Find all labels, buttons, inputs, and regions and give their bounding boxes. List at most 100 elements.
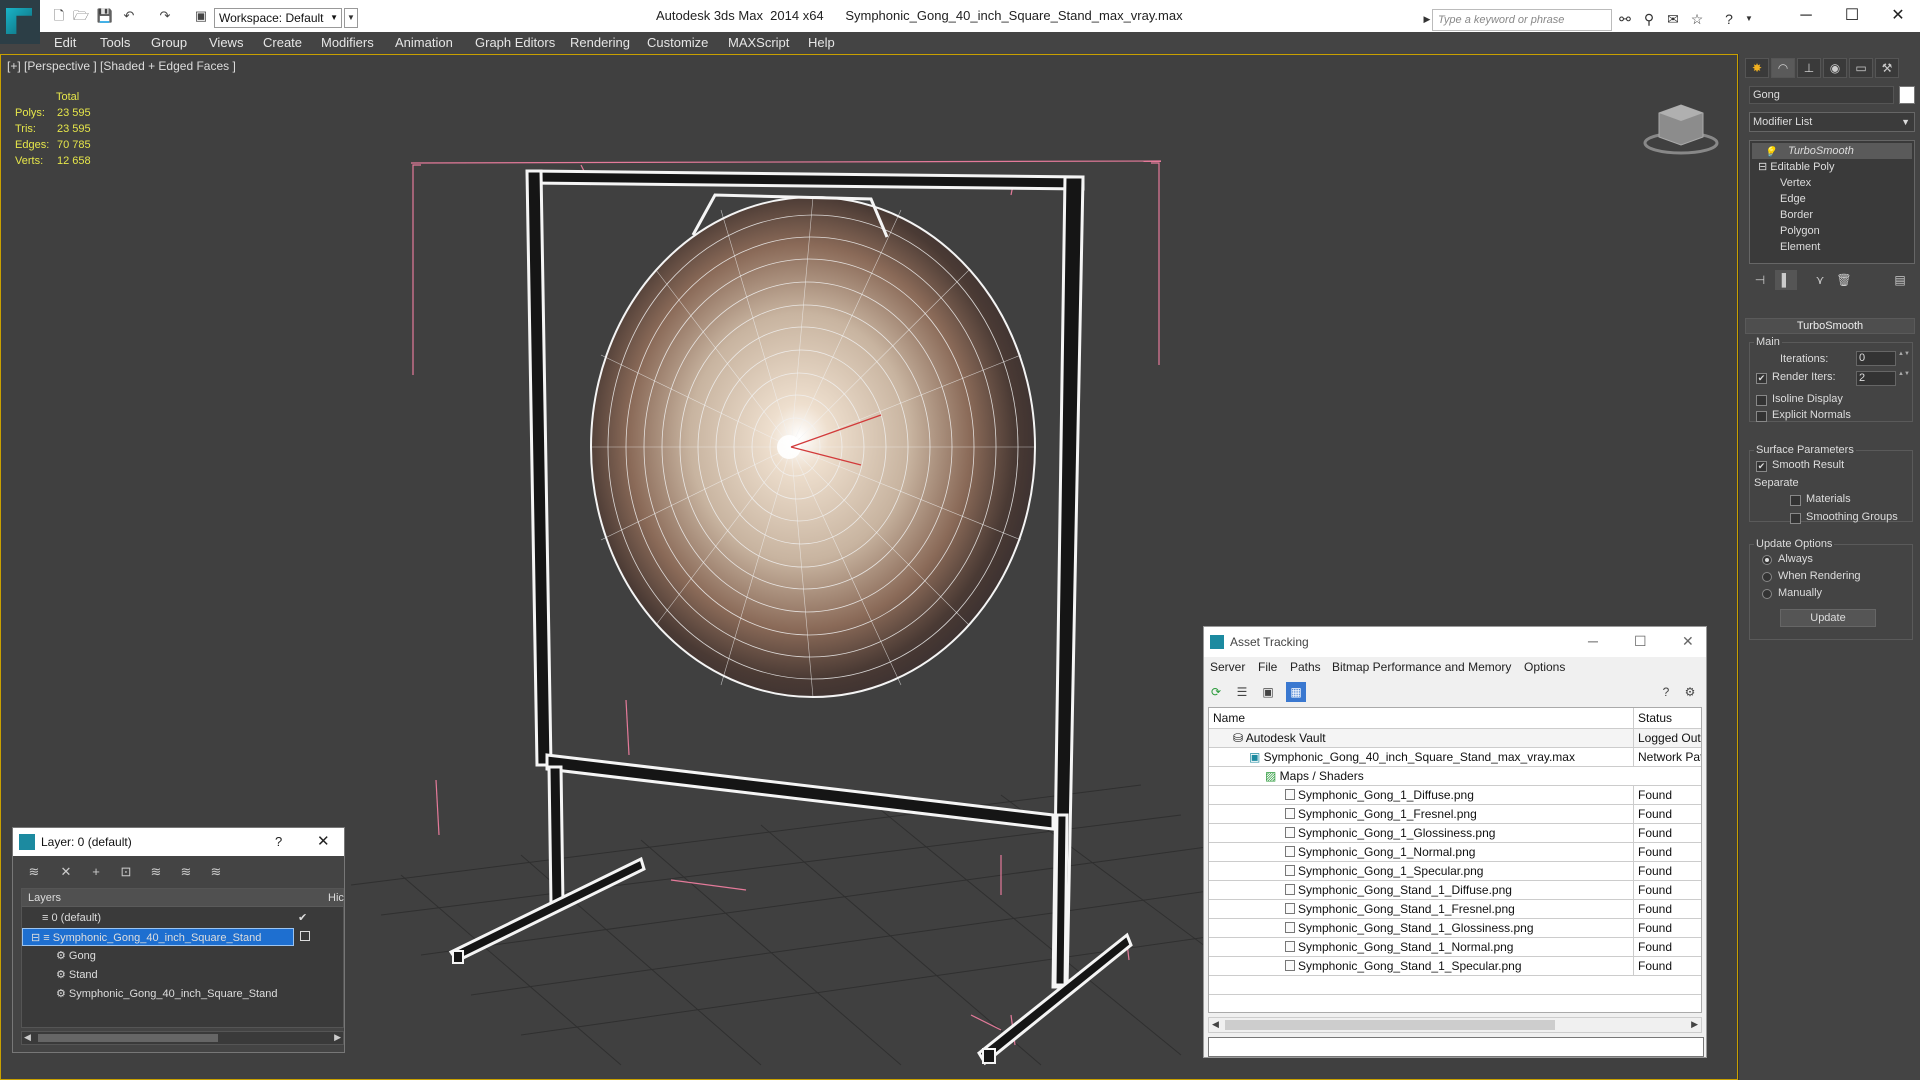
menu-tools[interactable]: Tools	[100, 35, 130, 50]
active-layer-check-icon[interactable]: ✔	[298, 909, 307, 927]
menu-group[interactable]: Group	[151, 35, 187, 50]
motion-tab-icon[interactable]: ◉	[1823, 58, 1847, 78]
table-row[interactable]: Symphonic_Gong_Stand_1_Diffuse.png Found	[1209, 881, 1701, 900]
add-to-layer-icon[interactable]: +	[85, 862, 107, 882]
menu-maxscript[interactable]: MAXScript	[728, 35, 789, 50]
close-button[interactable]: ✕	[1878, 4, 1918, 28]
scroll-left-icon[interactable]: ◀	[24, 1032, 31, 1043]
list-view-icon[interactable]: ☰	[1232, 682, 1252, 702]
table-row[interactable]: Symphonic_Gong_Stand_1_Glossiness.png Fo…	[1209, 919, 1701, 938]
close-icon[interactable]: ✕	[317, 832, 330, 850]
scroll-right-icon[interactable]: ▶	[334, 1032, 341, 1043]
workspace-dropdown[interactable]: Workspace: Default ▼	[214, 8, 342, 28]
object-color-swatch[interactable]	[1899, 86, 1915, 104]
manually-radio[interactable]	[1762, 589, 1772, 599]
turbosmooth-rollout-header[interactable]: TurboSmooth	[1745, 318, 1915, 334]
layer-row[interactable]: ≡ 0 (default) ✔	[22, 909, 343, 927]
scrollbar-thumb[interactable]	[38, 1034, 218, 1042]
menu-views[interactable]: Views	[209, 35, 243, 50]
iterations-spinner[interactable]: 0	[1856, 351, 1896, 366]
menu-rendering[interactable]: Rendering	[570, 35, 630, 50]
remove-modifier-icon[interactable]: 🗑	[1833, 270, 1855, 290]
scrollbar-thumb[interactable]	[1225, 1020, 1555, 1030]
always-radio[interactable]	[1762, 555, 1772, 565]
menu-bitmap-performance[interactable]: Bitmap Performance and Memory	[1332, 660, 1511, 674]
object-row[interactable]: ⚙ Symphonic_Gong_40_inch_Square_Stand	[22, 985, 343, 1003]
refresh-icon[interactable]: ⟳	[1206, 682, 1226, 702]
table-row[interactable]: Symphonic_Gong_1_Normal.png Found	[1209, 843, 1701, 862]
configure-sets-icon[interactable]: ▤	[1889, 270, 1911, 290]
project-folder-icon[interactable]: ▣	[192, 8, 210, 24]
minimize-button[interactable]: ─	[1786, 4, 1826, 28]
horizontal-scrollbar[interactable]: ◀ ▶	[1208, 1017, 1702, 1033]
save-icon[interactable]: 💾	[96, 8, 114, 24]
layer-panel-titlebar[interactable]: Layer: 0 (default)	[13, 828, 344, 856]
materials-checkbox[interactable]	[1790, 495, 1801, 506]
path-field[interactable]	[1208, 1037, 1704, 1057]
table-row[interactable]: Symphonic_Gong_1_Diffuse.png Found	[1209, 786, 1701, 805]
viewport-label[interactable]: [+] [Perspective ] [Shaded + Edged Faces…	[7, 59, 236, 73]
menu-graph-editors[interactable]: Graph Editors	[475, 35, 555, 50]
subobject-edge[interactable]: Edge	[1780, 191, 1806, 207]
help-icon[interactable]: ?	[1656, 682, 1676, 702]
smooth-result-checkbox[interactable]: ✔	[1756, 461, 1767, 472]
hide-all-icon[interactable]: ≋	[175, 862, 197, 882]
name-column-header[interactable]: Name	[1213, 711, 1245, 725]
table-row[interactable]: ▨ Maps / Shaders	[1209, 767, 1701, 786]
subobject-vertex[interactable]: Vertex	[1780, 175, 1811, 191]
render-iters-checkbox[interactable]: ✔	[1756, 373, 1767, 384]
close-button[interactable]: ✕	[1682, 633, 1694, 650]
table-row[interactable]: Symphonic_Gong_1_Specular.png Found	[1209, 862, 1701, 881]
app-logo-icon[interactable]	[0, 0, 40, 44]
table-row[interactable]: ⛁ Autodesk Vault Logged Out ...	[1209, 729, 1701, 748]
table-row[interactable]: Symphonic_Gong_Stand_1_Normal.png Found	[1209, 938, 1701, 957]
pin-stack-icon[interactable]: ⊣	[1749, 270, 1771, 290]
stack-item-turbosmooth[interactable]: 💡 TurboSmooth	[1752, 143, 1912, 159]
menu-server[interactable]: Server	[1210, 660, 1245, 674]
star-icon[interactable]: ☆	[1688, 10, 1706, 28]
horizontal-scrollbar[interactable]: ◀ ▶	[21, 1031, 344, 1045]
modify-tab-icon[interactable]: ◠	[1771, 58, 1795, 78]
modifier-list-dropdown[interactable]: Modifier List ▼	[1749, 112, 1915, 132]
redo-icon[interactable]: ↷	[156, 8, 174, 24]
expand-minus-icon[interactable]: ⊟	[1758, 161, 1770, 173]
create-layer-icon[interactable]: ≋	[23, 862, 45, 882]
communication-icon[interactable]: ✉	[1664, 10, 1682, 28]
highlight-layer-icon[interactable]: ≋	[145, 862, 167, 882]
spinner-arrows-icon[interactable]: ▲▼	[1898, 371, 1910, 386]
create-tab-icon[interactable]: ✸	[1745, 58, 1769, 78]
render-iters-spinner[interactable]: 2	[1856, 371, 1896, 386]
viewcube-icon[interactable]	[1641, 91, 1721, 161]
asset-tracking-titlebar[interactable]: Asset Tracking	[1204, 627, 1706, 657]
display-tab-icon[interactable]: ▭	[1849, 58, 1873, 78]
update-button[interactable]: Update	[1780, 609, 1876, 627]
collapse-icon[interactable]: ⊟	[31, 932, 43, 944]
menu-edit[interactable]: Edit	[54, 35, 76, 50]
menu-help[interactable]: Help	[808, 35, 835, 50]
menu-customize[interactable]: Customize	[647, 35, 708, 50]
select-objects-icon[interactable]: ⊡	[115, 862, 137, 882]
menu-file[interactable]: File	[1258, 660, 1277, 674]
help-dropdown-icon[interactable]: ▼	[1740, 10, 1758, 28]
undo-icon[interactable]: ↶	[120, 8, 138, 24]
maximize-button[interactable]: ☐	[1634, 633, 1647, 650]
scroll-right-icon[interactable]: ▶	[1691, 1019, 1698, 1030]
spinner-arrows-icon[interactable]: ▲▼	[1898, 351, 1910, 366]
search-input[interactable]: Type a keyword or phrase	[1432, 9, 1612, 31]
new-file-icon[interactable]: 🗋	[50, 8, 68, 24]
stack-item-editable-poly[interactable]: ⊟ Editable Poly	[1758, 159, 1835, 175]
open-file-icon[interactable]: 🗁	[72, 8, 90, 24]
table-row[interactable]: Symphonic_Gong_Stand_1_Specular.png Foun…	[1209, 957, 1701, 976]
menu-modifiers[interactable]: Modifiers	[321, 35, 374, 50]
hide-toggle[interactable]	[300, 931, 310, 941]
utilities-tab-icon[interactable]: ⚒	[1875, 58, 1899, 78]
layer-row-selected[interactable]: ⊟ ≡ Symphonic_Gong_40_inch_Square_Stand	[22, 928, 294, 946]
scroll-left-icon[interactable]: ◀	[1212, 1019, 1219, 1030]
delete-layer-icon[interactable]: ✕	[55, 862, 77, 882]
explicit-normals-checkbox[interactable]	[1756, 411, 1767, 422]
smoothing-groups-checkbox[interactable]	[1790, 513, 1801, 524]
table-row[interactable]: Symphonic_Gong_1_Fresnel.png Found	[1209, 805, 1701, 824]
help-icon[interactable]: ?	[275, 834, 282, 849]
key-icon[interactable]: ⚲	[1640, 10, 1658, 28]
subobject-element[interactable]: Element	[1780, 239, 1820, 255]
